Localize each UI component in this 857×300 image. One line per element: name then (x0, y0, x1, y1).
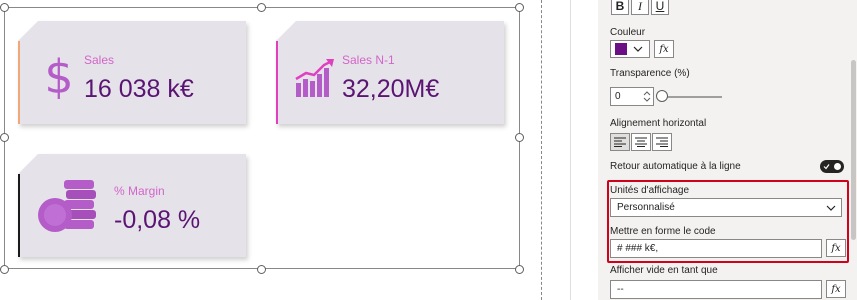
card-value: 16 038 k€ (84, 75, 194, 103)
page-boundary-line (541, 0, 542, 300)
growth-chart-icon (295, 59, 334, 97)
kpi-card-margin[interactable]: % Margin -0,08 % (18, 154, 248, 260)
resize-handle-top-left[interactable] (0, 3, 9, 12)
pane-divider (570, 0, 571, 300)
color-swatch (615, 43, 627, 55)
align-right-icon (656, 137, 668, 147)
show-blank-fx-button[interactable]: fx (826, 280, 846, 298)
highlight-annotation-box (607, 180, 849, 263)
spinner-icon[interactable] (643, 90, 651, 103)
transparency-slider-track[interactable] (662, 96, 722, 98)
card-accent-bar (18, 174, 20, 257)
resize-handle-top-center[interactable] (257, 3, 266, 12)
scrollbar-thumb[interactable] (851, 60, 856, 240)
dollar-icon: $ (44, 53, 73, 99)
font-color-picker[interactable] (610, 40, 650, 58)
card-label: Sales (84, 53, 115, 67)
resize-handle-middle-left[interactable] (0, 133, 9, 142)
check-icon (823, 164, 830, 170)
align-right-button[interactable] (652, 133, 672, 151)
svg-text:$: $ (44, 53, 73, 99)
color-fx-button[interactable]: fx (654, 40, 674, 58)
card-value: -0,08 % (114, 206, 201, 234)
resize-handle-middle-right[interactable] (515, 133, 524, 142)
alignment-label: Alignement horizontal (610, 118, 707, 129)
card-label: Sales N-1 (342, 53, 395, 67)
card-accent-bar (18, 41, 20, 124)
toggle-knob (834, 163, 841, 170)
resize-handle-bottom-center[interactable] (257, 265, 266, 274)
bold-button[interactable]: B (611, 0, 629, 15)
resize-handle-bottom-right[interactable] (515, 265, 524, 274)
italic-button[interactable]: I (631, 0, 649, 15)
show-blank-value: -- (617, 284, 624, 295)
transparency-value: 0 (615, 91, 621, 102)
word-wrap-toggle[interactable] (820, 160, 844, 173)
align-center-button[interactable] (631, 133, 651, 151)
word-wrap-label: Retour automatique à la ligne (610, 161, 741, 172)
align-left-button[interactable] (610, 133, 630, 151)
card-accent-bar (276, 41, 278, 124)
color-label: Couleur (610, 27, 646, 38)
underline-button[interactable]: U (651, 0, 669, 15)
card-value: 32,20M€ (342, 75, 440, 103)
coins-icon (38, 180, 96, 232)
show-blank-label: Afficher vide en tant que (610, 265, 718, 276)
transparency-slider-thumb[interactable] (656, 90, 668, 102)
resize-handle-top-right[interactable] (515, 3, 524, 12)
transparency-input[interactable]: 0 (610, 87, 654, 106)
chevron-down-icon (633, 46, 643, 52)
show-blank-input[interactable]: -- (610, 280, 822, 299)
kpi-card-sales-n1[interactable]: Sales N-1 32,20M€ (276, 21, 506, 127)
resize-handle-bottom-left[interactable] (0, 265, 9, 274)
align-center-icon (635, 137, 647, 147)
align-left-icon (614, 137, 626, 147)
format-pane-scrollbar[interactable] (850, 0, 857, 300)
card-label: % Margin (114, 184, 165, 198)
transparency-label: Transparence (%) (610, 68, 690, 79)
kpi-card-sales[interactable]: $ Sales 16 038 k€ (18, 21, 248, 127)
